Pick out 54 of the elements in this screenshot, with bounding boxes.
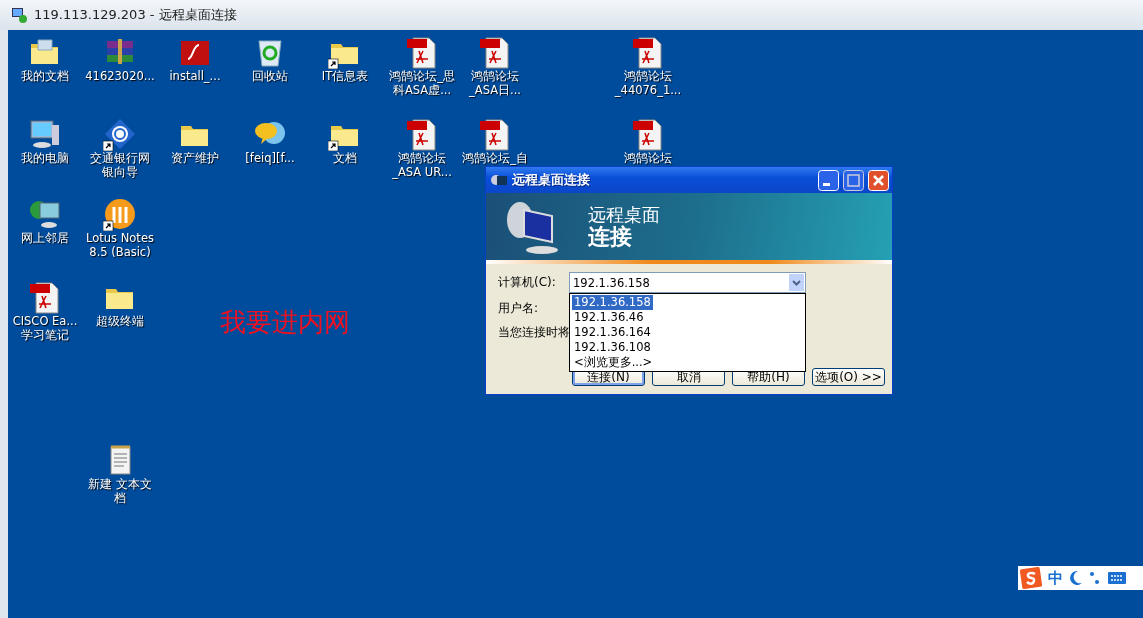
icon-label: install_... — [169, 69, 221, 84]
hint-text: 当您连接时将 — [498, 324, 570, 341]
s-logo-icon[interactable] — [1020, 567, 1042, 589]
icon-label: 资产维护 — [171, 151, 219, 166]
remote-desktop-icon — [10, 6, 28, 24]
desktop-note-text: 我要进内网 — [220, 307, 350, 339]
username-label: 用户名: — [498, 300, 539, 317]
pdf-file-icon[interactable] — [405, 117, 439, 151]
icon-label: 鸿鹄论坛 — [624, 151, 672, 166]
pdf-file-icon[interactable] — [478, 35, 512, 69]
icon-label: 我的文档 — [21, 69, 69, 84]
close-icon[interactable] — [868, 169, 889, 191]
window-title: 119.113.129.203 - 远程桌面连接 — [34, 6, 237, 24]
icon-label: 鸿鹄论坛 _ASA UR... — [392, 151, 452, 180]
dropdown-option[interactable]: 192.1.36.158 — [572, 295, 653, 310]
dropdown-option[interactable]: 192.1.36.164 — [572, 325, 653, 340]
icon-label: 文档 — [333, 151, 357, 166]
dropdown-option[interactable]: <浏览更多...> — [572, 355, 655, 370]
icon-label: CISCO Ea... 学习笔记 — [12, 314, 78, 343]
e-logo-icon[interactable] — [103, 117, 137, 151]
dropdown-option[interactable]: 192.1.36.108 — [572, 340, 653, 355]
icon-label: 交通银行网 银向导 — [90, 151, 150, 180]
dialog-title: 远程桌面连接 — [512, 171, 590, 189]
icon-label: 新建 文本文 档 — [88, 477, 152, 506]
pdf-file-icon[interactable] — [631, 35, 665, 69]
icon-label: 鸿鹄论坛 _44076_1... — [614, 69, 682, 98]
icon-label: 鸿鹄论坛_自 — [462, 151, 528, 166]
icon-label: 我的电脑 — [21, 151, 69, 166]
maximize-icon[interactable] — [843, 169, 864, 191]
icon-label: 网上邻居 — [21, 231, 69, 246]
computer-label: 计算机(C): — [498, 274, 557, 291]
icon-label: IT信息表 — [321, 69, 369, 84]
computer-icon[interactable] — [28, 117, 62, 151]
icon-label: 鸿鹄论坛_思 科ASA虚... — [389, 69, 455, 98]
icon-label: 鸿鹄论坛 _ASA日... — [469, 69, 521, 98]
icon-label: 回收站 — [252, 69, 288, 84]
icon-label: [feiq][f... — [245, 151, 295, 166]
ime-mode[interactable]: 中 — [1048, 568, 1063, 588]
pdf-file-icon[interactable] — [405, 35, 439, 69]
keyboard-icon[interactable] — [1107, 570, 1127, 586]
icon-label: 41623020... — [85, 69, 155, 84]
icon-label: 超级终端 — [96, 314, 144, 329]
pdf-file-icon[interactable] — [631, 117, 665, 151]
pdf-file-icon[interactable] — [478, 117, 512, 151]
banner-title: 远程桌面 连接 — [588, 204, 660, 249]
remote-desktop-icon — [490, 172, 508, 188]
dropdown-option[interactable]: 192.1.36.46 — [572, 310, 646, 325]
moon-icon[interactable] — [1069, 570, 1083, 586]
minimize-icon[interactable] — [818, 169, 839, 191]
pdf-file-icon[interactable] — [28, 280, 62, 314]
punctuation-icon[interactable] — [1089, 570, 1101, 586]
dialog-button[interactable]: 选项(O) >> — [812, 368, 885, 386]
icon-label: Lotus Notes 8.5 (Basic) — [86, 231, 154, 260]
lotus-icon[interactable] — [103, 197, 137, 231]
